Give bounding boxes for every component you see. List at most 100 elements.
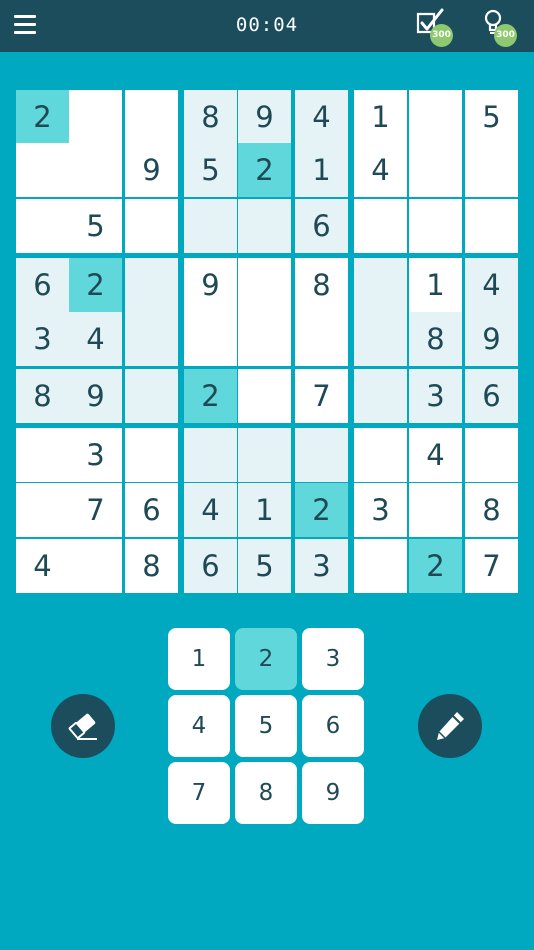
eraser-icon <box>68 713 97 740</box>
number-key-7[interactable]: 7 <box>168 762 230 824</box>
board-cell[interactable]: 8 <box>125 539 178 593</box>
board-cell[interactable] <box>295 428 348 482</box>
hint-button[interactable]: 300 <box>480 8 526 48</box>
board-cell[interactable] <box>125 369 178 423</box>
board-cell[interactable]: 9 <box>125 143 178 197</box>
board-cell[interactable]: 7 <box>295 369 348 423</box>
board-cell[interactable]: 9 <box>184 258 237 312</box>
board-cell[interactable] <box>125 199 178 253</box>
board-cell[interactable]: 1 <box>238 483 291 537</box>
board-cell[interactable]: 3 <box>295 539 348 593</box>
board-cell[interactable] <box>125 90 178 144</box>
number-key-2[interactable]: 2 <box>235 628 297 690</box>
board-cell[interactable]: 4 <box>295 90 348 144</box>
board-cell[interactable] <box>69 143 122 197</box>
board-cell[interactable]: 6 <box>184 539 237 593</box>
board-cell[interactable] <box>409 199 462 253</box>
board-cell[interactable]: 4 <box>184 483 237 537</box>
board-cell[interactable]: 5 <box>238 539 291 593</box>
board-cell[interactable] <box>295 312 348 366</box>
number-key-4[interactable]: 4 <box>168 695 230 757</box>
number-key-6[interactable]: 6 <box>302 695 364 757</box>
pencil-button[interactable] <box>418 694 482 758</box>
top-bar: 00:04 300 300 <box>0 0 534 52</box>
board-cell[interactable] <box>354 258 407 312</box>
board-cell[interactable]: 1 <box>354 90 407 144</box>
board-cell[interactable]: 2 <box>184 369 237 423</box>
board-cell[interactable]: 7 <box>465 539 518 593</box>
board-cell[interactable] <box>69 90 122 144</box>
board-cell[interactable]: 4 <box>354 143 407 197</box>
board-cell[interactable]: 1 <box>409 258 462 312</box>
board-cell[interactable] <box>465 143 518 197</box>
board-cell[interactable]: 8 <box>409 312 462 366</box>
board-cell[interactable]: 1 <box>295 143 348 197</box>
number-key-5[interactable]: 5 <box>235 695 297 757</box>
board-cell[interactable]: 8 <box>295 258 348 312</box>
board-cell[interactable] <box>465 199 518 253</box>
board-cell[interactable]: 4 <box>465 258 518 312</box>
board-cell[interactable] <box>354 199 407 253</box>
board-cell[interactable] <box>354 369 407 423</box>
board-cell[interactable] <box>184 428 237 482</box>
board-cell[interactable] <box>184 199 237 253</box>
board-cell[interactable] <box>354 539 407 593</box>
board-cell[interactable] <box>354 428 407 482</box>
board-cell[interactable]: 3 <box>409 369 462 423</box>
board-cell[interactable] <box>238 312 291 366</box>
number-key-3[interactable]: 3 <box>302 628 364 690</box>
board-cell[interactable] <box>238 428 291 482</box>
board-cell[interactable] <box>16 143 69 197</box>
hint-count-badge: 300 <box>494 24 517 47</box>
board-cell[interactable]: 2 <box>69 258 122 312</box>
board-cell[interactable]: 5 <box>69 199 122 253</box>
board-cell[interactable] <box>16 428 69 482</box>
board-cell[interactable]: 3 <box>16 312 69 366</box>
board-cell[interactable]: 6 <box>465 369 518 423</box>
board-cell[interactable]: 8 <box>16 369 69 423</box>
eraser-button[interactable] <box>51 694 115 758</box>
board-cell[interactable] <box>125 428 178 482</box>
board-cell[interactable]: 3 <box>69 428 122 482</box>
number-key-9[interactable]: 9 <box>302 762 364 824</box>
board-cell[interactable]: 7 <box>69 483 122 537</box>
board-cell[interactable] <box>238 199 291 253</box>
board-cell[interactable]: 3 <box>354 483 407 537</box>
board-cell[interactable]: 9 <box>69 369 122 423</box>
board-cell[interactable] <box>16 199 69 253</box>
pencil-icon <box>437 712 464 740</box>
board-cell[interactable]: 9 <box>465 312 518 366</box>
board-cell[interactable] <box>409 143 462 197</box>
number-key-1[interactable]: 1 <box>168 628 230 690</box>
sudoku-board: 2894159521456629814348989273634764123848… <box>14 88 519 593</box>
board-cell[interactable]: 8 <box>184 90 237 144</box>
board-cell[interactable]: 8 <box>465 483 518 537</box>
board-cell[interactable]: 2 <box>295 483 348 537</box>
check-button[interactable]: 300 <box>414 8 460 48</box>
board-cell[interactable]: 5 <box>465 90 518 144</box>
board-cell[interactable]: 4 <box>409 428 462 482</box>
board-cell[interactable]: 6 <box>125 483 178 537</box>
board-cell[interactable] <box>354 312 407 366</box>
board-cell[interactable] <box>16 483 69 537</box>
board-cell[interactable]: 4 <box>69 312 122 366</box>
board-cell[interactable] <box>125 258 178 312</box>
board-cell[interactable] <box>184 312 237 366</box>
board-cell[interactable]: 4 <box>16 539 69 593</box>
board-cell[interactable] <box>465 428 518 482</box>
board-cell[interactable]: 6 <box>295 199 348 253</box>
board-cell[interactable]: 5 <box>184 143 237 197</box>
check-count-badge: 300 <box>430 24 453 47</box>
board-cell[interactable]: 2 <box>16 90 69 144</box>
board-cell[interactable] <box>238 369 291 423</box>
board-cell[interactable] <box>409 90 462 144</box>
board-cell[interactable]: 2 <box>238 143 291 197</box>
board-cell[interactable] <box>125 312 178 366</box>
board-cell[interactable] <box>409 483 462 537</box>
board-cell[interactable] <box>69 539 122 593</box>
board-cell[interactable] <box>238 258 291 312</box>
board-cell[interactable]: 9 <box>238 90 291 144</box>
board-cell[interactable]: 6 <box>16 258 69 312</box>
number-key-8[interactable]: 8 <box>235 762 297 824</box>
board-cell[interactable]: 2 <box>409 539 462 593</box>
